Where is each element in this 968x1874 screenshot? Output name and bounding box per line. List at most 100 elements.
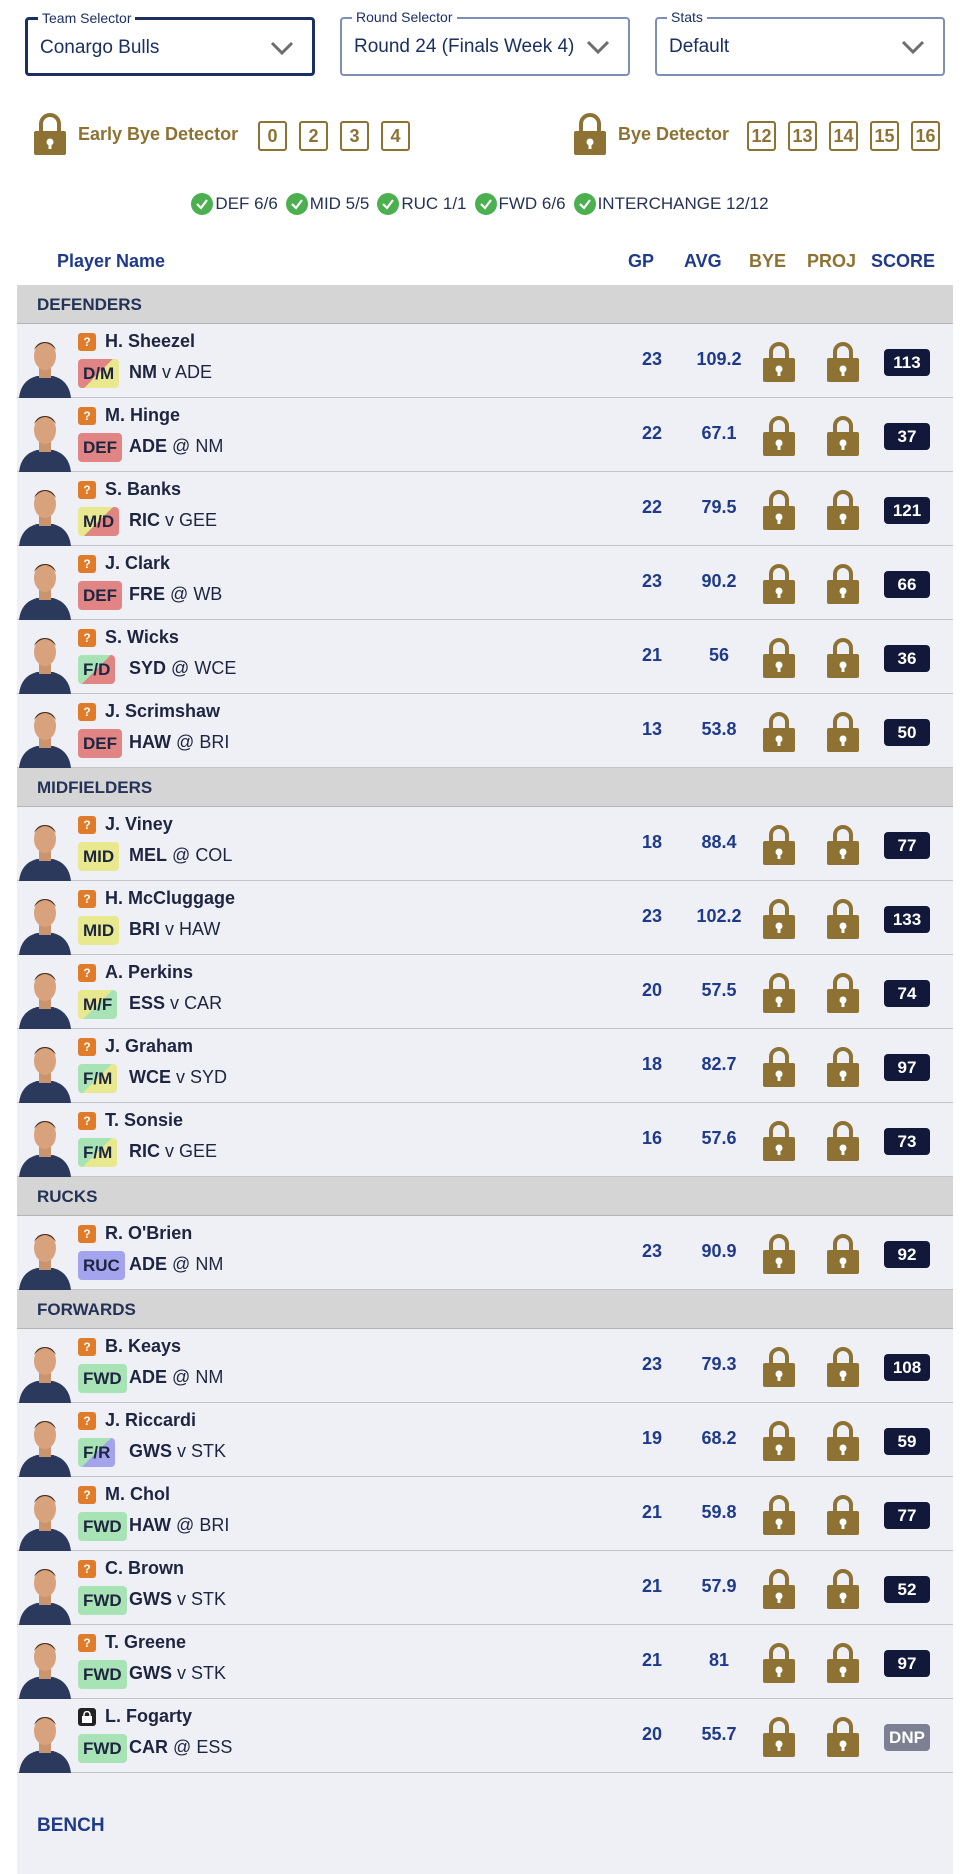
- team-code: RIC: [129, 510, 160, 530]
- bye-lock-icon: [763, 825, 795, 865]
- player-row[interactable]: ? J. Viney MID MEL @ COL 18 88.4 77: [17, 807, 953, 881]
- round-selector[interactable]: Round Selector Round 24 (Finals Week 4): [340, 9, 630, 76]
- score-badge: 133: [884, 906, 930, 933]
- proj-lock-icon: [827, 712, 859, 752]
- bye-round-13[interactable]: 13: [788, 121, 817, 151]
- player-name[interactable]: L. Fogarty: [105, 1706, 192, 1727]
- player-name[interactable]: A. Perkins: [105, 962, 193, 983]
- player-row[interactable]: ? B. Keays FWD ADE @ NM 23 79.3 108: [17, 1329, 953, 1403]
- player-row[interactable]: ? T. Greene FWD GWS v STK 21 81 97: [17, 1625, 953, 1699]
- player-row[interactable]: ? A. Perkins M/F ESS v CAR 20 57.5 74: [17, 955, 953, 1029]
- average-score: 109.2: [696, 349, 742, 369]
- header-avg[interactable]: AVG: [684, 251, 722, 272]
- team-code: GWS: [129, 1663, 172, 1683]
- bye-round-12[interactable]: 12: [747, 121, 776, 151]
- question-icon[interactable]: ?: [78, 1560, 96, 1578]
- player-row[interactable]: ? S. Wicks F/D SYD @ WCE 21 56 36: [17, 620, 953, 694]
- bye-round-15[interactable]: 15: [870, 121, 899, 151]
- player-avatar: [17, 552, 73, 620]
- question-icon[interactable]: ?: [78, 890, 96, 908]
- player-name[interactable]: T. Greene: [105, 1632, 186, 1653]
- question-icon[interactable]: ?: [78, 333, 96, 351]
- player-row[interactable]: ? J. Clark DEF FRE @ WB 23 90.2 66: [17, 546, 953, 620]
- bye-round-14[interactable]: 14: [829, 121, 858, 151]
- player-row[interactable]: ? J. Riccardi F/R GWS v STK 19 68.2 59: [17, 1403, 953, 1477]
- player-name[interactable]: R. O'Brien: [105, 1223, 192, 1244]
- bye-round-16[interactable]: 16: [911, 121, 940, 151]
- early-bye-round-0[interactable]: 0: [258, 121, 287, 151]
- question-icon[interactable]: ?: [78, 407, 96, 425]
- player-avatar: [17, 330, 73, 398]
- match-sep: @: [173, 1737, 192, 1757]
- count-def-label: DEF 6/6: [215, 194, 278, 213]
- header-player-name[interactable]: Player Name: [57, 251, 165, 272]
- team-code: ESS: [129, 993, 166, 1013]
- match-sep: v: [176, 1067, 186, 1087]
- match-sep: v: [177, 1663, 187, 1683]
- opponent-code: COL: [195, 845, 233, 865]
- player-name[interactable]: J. Scrimshaw: [105, 701, 220, 722]
- player-row[interactable]: ? J. Scrimshaw DEF HAW @ BRI 13 53.8 50: [17, 694, 953, 768]
- average-score: 53.8: [701, 719, 737, 739]
- header-proj[interactable]: PROJ: [807, 251, 856, 272]
- player-row[interactable]: ? H. McCluggage MID BRI v HAW 23 102.2 133: [17, 881, 953, 955]
- header-score[interactable]: SCORE: [871, 251, 935, 272]
- question-icon[interactable]: ?: [78, 1634, 96, 1652]
- early-bye-round-2[interactable]: 2: [299, 121, 328, 151]
- question-icon[interactable]: ?: [78, 1338, 96, 1356]
- player-row[interactable]: ? M. Hinge DEF ADE @ NM 22 67.1 37: [17, 398, 953, 472]
- question-icon[interactable]: ?: [78, 1486, 96, 1504]
- player-row[interactable]: ? S. Banks M/D RIC v GEE 22 79.5 121: [17, 472, 953, 546]
- lock-icon: [574, 113, 606, 155]
- player-name[interactable]: S. Banks: [105, 479, 181, 500]
- player-name[interactable]: T. Sonsie: [105, 1110, 183, 1131]
- team-code: ADE: [129, 1254, 168, 1274]
- round-selector-label: Round Selector: [352, 9, 457, 25]
- team-selector[interactable]: Team Selector Conargo Bulls: [25, 10, 315, 76]
- question-icon[interactable]: ?: [78, 964, 96, 982]
- question-icon[interactable]: ?: [78, 629, 96, 647]
- count-fwd-label: FWD 6/6: [498, 194, 566, 213]
- player-name[interactable]: M. Chol: [105, 1484, 170, 1505]
- check-icon: [285, 193, 308, 215]
- average-score: 56: [708, 645, 730, 665]
- player-row[interactable]: ? T. Sonsie F/M RIC v GEE 16 57.6 73: [17, 1103, 953, 1177]
- player-name[interactable]: J. Graham: [105, 1036, 193, 1057]
- player-name[interactable]: C. Brown: [105, 1558, 184, 1579]
- player-name[interactable]: J. Clark: [105, 553, 170, 574]
- header-gp[interactable]: GP: [628, 251, 654, 272]
- position-badge: FWD: [78, 1660, 127, 1689]
- question-icon[interactable]: ?: [78, 1112, 96, 1130]
- player-row[interactable]: L. Fogarty FWD CAR @ ESS 20 55.7 DNP: [17, 1699, 953, 1773]
- question-icon[interactable]: ?: [78, 1038, 96, 1056]
- player-name[interactable]: J. Riccardi: [105, 1410, 196, 1431]
- count-fwd: FWD 6/6: [474, 190, 566, 218]
- player-row[interactable]: ? R. O'Brien RUC ADE @ NM 23 90.9 92: [17, 1216, 953, 1290]
- player-name[interactable]: B. Keays: [105, 1336, 181, 1357]
- question-icon[interactable]: ?: [78, 816, 96, 834]
- question-icon[interactable]: ?: [78, 481, 96, 499]
- score-badge: 108: [884, 1354, 930, 1381]
- early-bye-round-4[interactable]: 4: [381, 121, 410, 151]
- player-row[interactable]: ? C. Brown FWD GWS v STK 21 57.9 52: [17, 1551, 953, 1625]
- player-name[interactable]: M. Hinge: [105, 405, 180, 426]
- player-name[interactable]: J. Viney: [105, 814, 173, 835]
- team-code: RIC: [129, 1141, 160, 1161]
- opponent-code: CAR: [184, 993, 223, 1013]
- count-mid-label: MID 5/5: [309, 194, 370, 213]
- question-icon[interactable]: ?: [78, 1412, 96, 1430]
- header-bye[interactable]: BYE: [749, 251, 786, 272]
- player-row[interactable]: ? H. Sheezel D/M NM v ADE 23 109.2 113: [17, 324, 953, 398]
- question-icon[interactable]: ?: [78, 555, 96, 573]
- player-name[interactable]: H. Sheezel: [105, 331, 195, 352]
- question-icon[interactable]: ?: [78, 703, 96, 721]
- stats-selector[interactable]: Stats Default: [655, 9, 945, 76]
- player-row[interactable]: ? M. Chol FWD HAW @ BRI 21 59.8 77: [17, 1477, 953, 1551]
- player-name[interactable]: H. McCluggage: [105, 888, 235, 909]
- player-name[interactable]: S. Wicks: [105, 627, 179, 648]
- opponent-code: NM: [195, 1367, 224, 1387]
- question-icon[interactable]: ?: [78, 1225, 96, 1243]
- early-bye-round-3[interactable]: 3: [340, 121, 369, 151]
- player-row[interactable]: ? J. Graham F/M WCE v SYD 18 82.7 97: [17, 1029, 953, 1103]
- opponent-code: WB: [193, 584, 223, 604]
